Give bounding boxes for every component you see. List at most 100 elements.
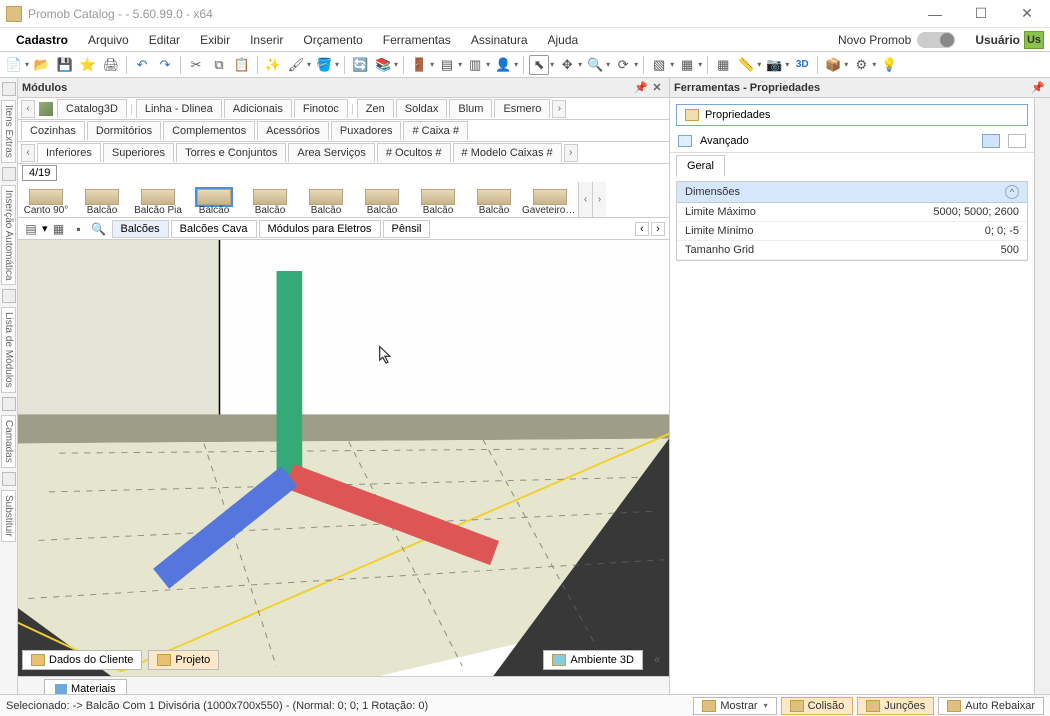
panel-close-icon[interactable]: ✕ [649,81,665,94]
menu-editar[interactable]: Editar [139,30,190,50]
wall-icon[interactable]: ▥ [465,55,485,75]
magic-icon[interactable]: ✨ [263,55,283,75]
tab-esmero[interactable]: Esmero [494,99,550,118]
user-icon[interactable]: 👤 [493,55,513,75]
refresh-icon[interactable]: 🔄 [350,55,370,75]
prop-row-limite-max[interactable]: Limite Máximo 5000; 5000; 2600 [677,203,1027,222]
layers-icon[interactable]: 📚 [373,55,393,75]
rail-camadas[interactable]: Camadas [1,415,16,468]
dados-cliente-button[interactable]: Dados do Cliente [22,650,142,670]
menu-ferramentas[interactable]: Ferramentas [373,30,461,50]
menu-orcamento[interactable]: Orçamento [293,30,372,50]
mtab-balcoes-cava[interactable]: Balcões Cava [171,220,257,238]
prop-row-tamanho-grid[interactable]: Tamanho Grid 500 [677,241,1027,260]
save-icon[interactable]: 💾 [55,55,75,75]
auto-rebaixar-button[interactable]: Auto Rebaixar [938,697,1044,715]
tab-inferiores[interactable]: Inferiores [37,143,101,162]
drawer-icon[interactable]: ▦ [677,55,697,75]
propriedades-box[interactable]: Propriedades [676,104,1028,126]
mini-icon-3[interactable]: ▪ [70,220,88,238]
table-icon[interactable]: ▤ [437,55,457,75]
menu-arquivo[interactable]: Arquivo [78,30,139,50]
rail-substituir[interactable]: Substituir [1,490,16,542]
viewport-collapse-icon[interactable]: « [649,654,665,666]
orbit-icon[interactable]: ⟳ [613,55,633,75]
open-icon[interactable]: 📂 [32,55,52,75]
tab-puxadores[interactable]: Puxadores [331,121,402,140]
favorite-icon[interactable]: ⭐ [78,55,98,75]
menu-inserir[interactable]: Inserir [240,30,293,50]
juncoes-button[interactable]: Junções [857,697,934,715]
box-icon[interactable]: 📦 [823,55,843,75]
view-mode-form-icon[interactable] [1008,134,1026,148]
rail-icon-1[interactable] [2,82,16,96]
pin-icon[interactable]: 📌 [633,81,649,94]
cut-icon[interactable]: ✂ [186,55,206,75]
redo-icon[interactable]: ↷ [155,55,175,75]
rail-lista[interactable]: Lista de Módulos [1,307,16,393]
thumb-8[interactable]: Balcão [466,182,522,217]
thumb-1[interactable]: Balcão [74,182,130,217]
pointer-icon[interactable]: ⬉ [529,55,549,75]
projeto-button[interactable]: Projeto [148,650,219,670]
scroll-left-3[interactable]: ‹ [21,144,35,162]
ambiente-3d-button[interactable]: Ambiente 3D [543,650,643,670]
mini-icon-4[interactable]: 🔍 [90,220,108,238]
thumb-0[interactable]: Canto 90° [18,182,74,217]
thumb-scroll-right[interactable]: › [592,182,606,217]
collapse-icon[interactable]: ^ [1005,185,1019,199]
tab-complementos[interactable]: Complementos [163,121,255,140]
print-icon[interactable]: 🖨 [101,55,121,75]
3d-icon[interactable]: 3D [792,55,812,75]
menu-exibir[interactable]: Exibir [190,30,240,50]
paste-icon[interactable]: 📋 [232,55,252,75]
thumb-4[interactable]: Balcão [242,182,298,217]
tab-finotoc[interactable]: Finotoc [294,99,348,118]
mostrar-button[interactable]: Mostrar▾ [693,697,776,715]
tab-superiores[interactable]: Superiores [103,143,174,162]
tab-modelo-caixas[interactable]: # Modelo Caixas # [453,143,562,162]
maximize-button[interactable]: ☐ [958,0,1004,28]
tab-linha[interactable]: Linha - Dlinea [136,99,222,118]
rail-icon-3[interactable] [2,289,16,303]
3d-viewport[interactable]: Dados do Cliente Projeto Ambiente 3D « [18,240,669,676]
mtab-pensil[interactable]: Pênsil [383,220,431,238]
mini-scroll-left[interactable]: ‹ [635,222,649,236]
undo-icon[interactable]: ↶ [132,55,152,75]
minimize-button[interactable]: — [912,0,958,28]
scroll-left-1[interactable]: ‹ [21,100,35,118]
menu-assinatura[interactable]: Assinatura [461,30,538,50]
tab-zen[interactable]: Zen [357,99,394,118]
tab-adicionais[interactable]: Adicionais [224,99,292,118]
view-mode-grid-icon[interactable] [982,134,1000,148]
tab-caixa[interactable]: # Caixa # [403,121,467,140]
thumb-2[interactable]: Balcão Pia [130,182,186,217]
thumb-scroll-left[interactable]: ‹ [578,182,592,217]
thumb-3[interactable]: Balcão [186,182,242,217]
mtab-balcoes[interactable]: Balcões [112,220,169,238]
camera-icon[interactable]: 📷 [764,55,784,75]
tab-torres[interactable]: Torres e Conjuntos [176,143,286,162]
fill-icon[interactable]: 🪣 [314,55,334,75]
tab-cozinhas[interactable]: Cozinhas [21,121,85,140]
user-badge[interactable]: Us [1024,31,1044,49]
tab-geral[interactable]: Geral [676,155,725,177]
zoom-icon[interactable]: 🔍 [585,55,605,75]
bulb-icon[interactable]: 💡 [879,55,899,75]
ruler-icon[interactable]: 📏 [736,55,756,75]
scroll-right-1[interactable]: › [552,100,566,118]
scroll-right-3[interactable]: › [564,144,578,162]
mini-icon-1[interactable]: ▤ [22,220,40,238]
grid-icon[interactable]: ▦ [713,55,733,75]
menu-ajuda[interactable]: Ajuda [538,30,589,50]
new-icon[interactable]: 📄 [4,55,24,75]
thumb-pager[interactable]: 4/19 [22,165,57,181]
thumb-7[interactable]: Balcão [410,182,466,217]
right-scrollbar[interactable] [1034,98,1050,698]
rail-insercao[interactable]: Inserção Automática [1,185,16,286]
gear-icon[interactable]: ⚙ [851,55,871,75]
paint-icon[interactable]: 🖌 [286,55,306,75]
thumb-9[interactable]: Gaveteiro 1 Gavet [522,182,578,217]
door-icon[interactable]: 🚪 [409,55,429,75]
tab-ocultos[interactable]: # Ocultos # [377,143,451,162]
